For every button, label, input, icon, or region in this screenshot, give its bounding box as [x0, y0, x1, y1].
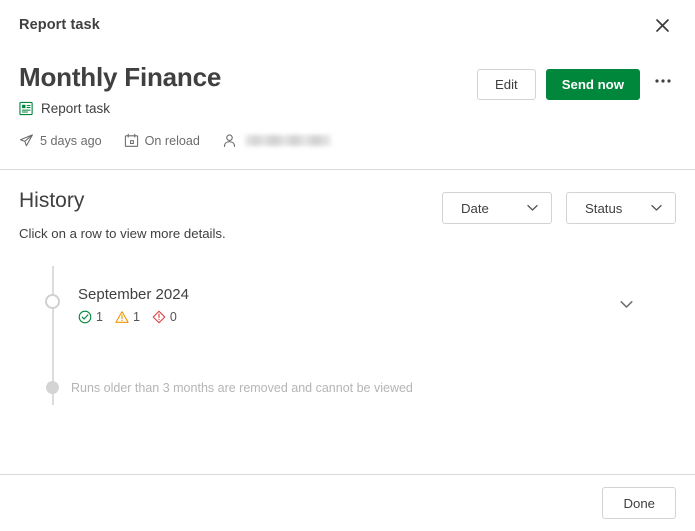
chevron-down-icon — [527, 204, 538, 212]
stat-warning: 1 — [115, 310, 140, 324]
expand-row-button[interactable] — [616, 294, 636, 314]
send-now-button[interactable]: Send now — [545, 68, 640, 100]
task-header-top: Monthly Finance Report task 5 days ago O… — [19, 62, 676, 148]
done-button[interactable]: Done — [602, 487, 676, 519]
meta-owner — [222, 133, 331, 148]
send-icon — [19, 133, 34, 148]
history-heading-group: History Click on a row to view more deta… — [19, 188, 226, 241]
stat-warning-count: 1 — [132, 310, 140, 324]
dialog-title: Report task — [19, 17, 100, 33]
history-row-content: September 2024 1 1 0 — [78, 286, 676, 324]
history-row-date: September 2024 — [78, 286, 189, 303]
history-filters: Date Status — [442, 188, 676, 224]
timeline-note-row: Runs older than 3 months are removed and… — [19, 380, 676, 396]
report-task-icon — [19, 101, 34, 116]
meta-schedule: On reload — [124, 133, 200, 148]
retention-note: Runs older than 3 months are removed and… — [71, 381, 413, 395]
history-row-stats: 1 1 0 — [78, 310, 676, 324]
task-actions: Edit Send now — [476, 62, 676, 101]
task-type-label: Report task — [41, 101, 111, 116]
history-subtitle: Click on a row to view more details. — [19, 226, 226, 241]
history-header: History Click on a row to view more deta… — [19, 188, 676, 241]
ellipsis-icon — [654, 78, 672, 84]
table-row[interactable]: September 2024 1 1 0 — [19, 264, 676, 332]
dialog-topbar: Report task — [0, 0, 695, 50]
last-run-text: 5 days ago — [40, 133, 102, 148]
check-circle-icon — [78, 310, 92, 324]
stat-success-count: 1 — [96, 310, 103, 324]
filter-date[interactable]: Date — [442, 192, 552, 224]
more-options-button[interactable] — [650, 67, 676, 101]
task-header: Monthly Finance Report task 5 days ago O… — [0, 50, 695, 169]
stat-success: 1 — [78, 310, 103, 324]
task-type: Report task — [19, 101, 353, 116]
filter-status-label: Status — [585, 200, 623, 216]
warning-triangle-icon — [115, 310, 129, 324]
history-section: History Click on a row to view more deta… — [0, 170, 695, 474]
chevron-down-icon — [619, 300, 633, 309]
task-identity: Monthly Finance Report task 5 days ago O… — [19, 62, 353, 148]
history-timeline: September 2024 1 1 0 Runs older than 3 m… — [19, 264, 676, 405]
calendar-icon — [124, 133, 139, 148]
report-task-dialog: Report task Monthly Finance Report task … — [0, 0, 695, 531]
header-spacer — [19, 148, 676, 169]
meta-last-run: 5 days ago — [19, 133, 102, 148]
error-diamond-icon — [152, 310, 166, 324]
page-title: Monthly Finance — [19, 62, 222, 92]
history-title: History — [19, 189, 85, 212]
stat-error-count: 0 — [169, 310, 177, 324]
task-meta: 5 days ago On reload — [19, 133, 353, 148]
filter-date-label: Date — [461, 200, 489, 216]
close-button[interactable] — [647, 10, 677, 40]
filter-status[interactable]: Status — [566, 192, 676, 224]
owner-name-redacted — [244, 135, 331, 146]
edit-button[interactable]: Edit — [476, 68, 536, 100]
person-icon — [222, 133, 237, 148]
stat-error: 0 — [152, 310, 177, 324]
chevron-down-icon — [651, 204, 662, 212]
dialog-footer: Done — [0, 474, 695, 531]
close-icon — [655, 18, 670, 33]
schedule-text: On reload — [144, 133, 200, 148]
